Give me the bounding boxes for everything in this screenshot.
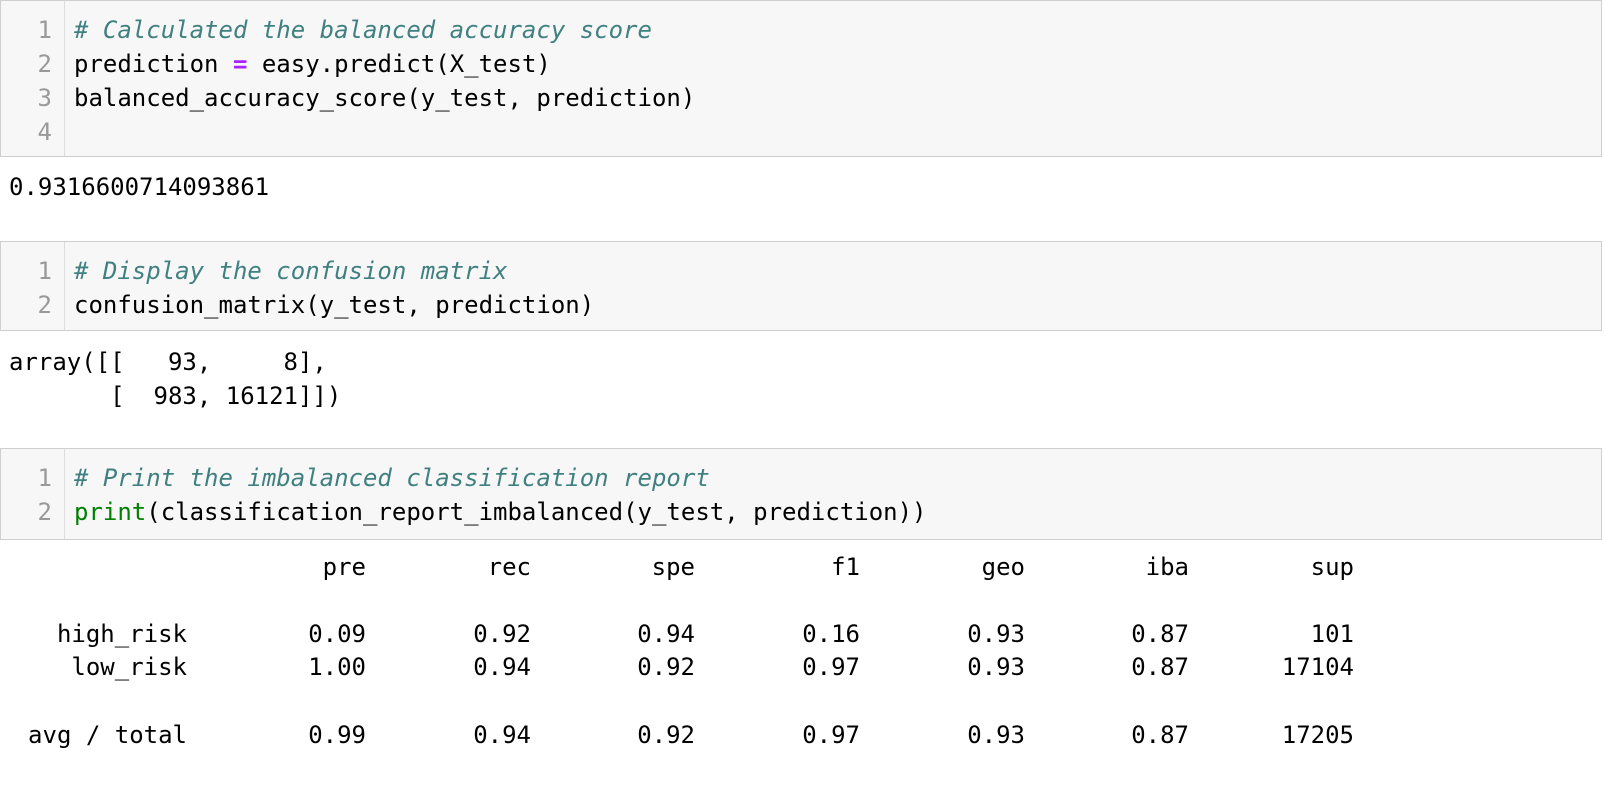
code-text: (classification_report_imbalanced(y_test… xyxy=(146,498,927,526)
report-column-header: iba xyxy=(1145,553,1189,581)
line-numbers: 1 2 3 4 xyxy=(1,1,65,156)
code-line: # Calculated the balanced accuracy score xyxy=(74,13,695,47)
line-number: 2 xyxy=(37,291,52,319)
code-text: easy.predict(X_test) xyxy=(247,50,551,78)
code-comment: # Display the confusion matrix xyxy=(74,257,508,285)
report-cell: 0.92 xyxy=(637,721,695,749)
report-column-header: spe xyxy=(651,553,695,581)
code-editor[interactable]: # Calculated the balanced accuracy score… xyxy=(65,1,695,156)
line-number: 1 xyxy=(37,257,52,285)
report-cell: 0.09 xyxy=(308,620,366,648)
report-cell: 17104 xyxy=(1281,653,1354,681)
report-cell: 0.93 xyxy=(967,620,1025,648)
code-text: balanced_accuracy_score(y_test, predicti… xyxy=(74,84,696,112)
report-column-header: rec xyxy=(487,553,531,581)
output-line: 0.9316600714093861 xyxy=(9,173,270,201)
report-cell: 1.00 xyxy=(308,653,366,681)
report-row-label: avg / total xyxy=(28,721,187,749)
report-cell: 0.92 xyxy=(637,653,695,681)
report-cell: 0.92 xyxy=(473,620,531,648)
report-cell: 0.97 xyxy=(802,721,860,749)
code-editor[interactable]: # Print the imbalanced classification re… xyxy=(65,449,927,539)
line-number: 2 xyxy=(37,50,52,78)
code-line: # Display the confusion matrix xyxy=(74,254,594,288)
report-cell: 0.93 xyxy=(967,653,1025,681)
code-operator: = xyxy=(232,50,248,78)
report-cell: 0.16 xyxy=(802,620,860,648)
report-cell: 0.87 xyxy=(1131,620,1189,648)
cell-output-2: array([[ 93, 8], [ 983, 16121]]) xyxy=(9,345,341,413)
report-row: high_risk 0.09 0.92 0.94 0.16 0.93 0.87 101 xyxy=(9,617,1409,651)
line-numbers: 12 xyxy=(1,449,65,539)
report-column-header: sup xyxy=(1310,553,1354,581)
report-column-header: f1 xyxy=(831,553,860,581)
report-column-header: pre xyxy=(322,553,366,581)
code-comment: # Calculated the balanced accuracy score xyxy=(74,16,652,44)
output-line: array([[ 93, 8], xyxy=(9,348,327,376)
report-cell: 0.99 xyxy=(308,721,366,749)
code-line: print(classification_report_imbalanced(y… xyxy=(74,495,927,529)
report-row: avg / total 0.99 0.94 0.92 0.97 0.93 0.87 17205 xyxy=(9,718,1409,752)
line-number: 1 xyxy=(37,16,52,44)
report-cell: 0.94 xyxy=(473,721,531,749)
code-cell-2[interactable]: 12 # Display the confusion matrix confusi… xyxy=(0,241,1602,331)
report-row-label: high_risk xyxy=(56,620,187,648)
code-cell-1[interactable]: 1 2 3 4 # Calculated the balanced accuracy … xyxy=(0,0,1602,157)
line-number: 3 xyxy=(37,84,52,112)
report-row-label: low_risk xyxy=(71,653,187,681)
line-number: 2 xyxy=(37,498,52,526)
report-cell: 101 xyxy=(1310,620,1354,648)
line-number: 1 xyxy=(37,464,52,492)
report-cell: 17205 xyxy=(1281,721,1354,749)
code-editor[interactable]: # Display the confusion matrix confusion_… xyxy=(65,242,594,330)
report-cell: 0.94 xyxy=(637,620,695,648)
output-line: [ 983, 16121]]) xyxy=(9,382,342,410)
code-comment: # Print the imbalanced classification re… xyxy=(74,464,710,492)
code-builtin: print xyxy=(74,498,147,526)
report-cell: 0.87 xyxy=(1131,653,1189,681)
report-column-header: geo xyxy=(981,553,1025,581)
report-cell: 0.94 xyxy=(473,653,531,681)
code-line: prediction = easy.predict(X_test) xyxy=(74,47,695,81)
code-text: confusion_matrix(y_test, prediction) xyxy=(74,291,595,319)
report-row: low_risk 1.00 0.94 0.92 0.97 0.93 0.87 17104 xyxy=(9,650,1409,684)
report-cell: 0.87 xyxy=(1131,721,1189,749)
cell-output-1: 0.9316600714093861 xyxy=(9,170,269,204)
code-line: confusion_matrix(y_test, prediction) xyxy=(74,288,594,322)
report-header: pre rec spe f1 geo iba sup xyxy=(9,550,1409,584)
code-cell-3[interactable]: 12 # Print the imbalanced classification… xyxy=(0,448,1602,540)
report-cell: 0.97 xyxy=(802,653,860,681)
report-cell: 0.93 xyxy=(967,721,1025,749)
code-line: # Print the imbalanced classification re… xyxy=(74,461,927,495)
code-line: balanced_accuracy_score(y_test, predicti… xyxy=(74,81,695,115)
line-number: 4 xyxy=(37,118,52,146)
line-numbers: 12 xyxy=(1,242,65,330)
code-text: prediction xyxy=(74,50,233,78)
